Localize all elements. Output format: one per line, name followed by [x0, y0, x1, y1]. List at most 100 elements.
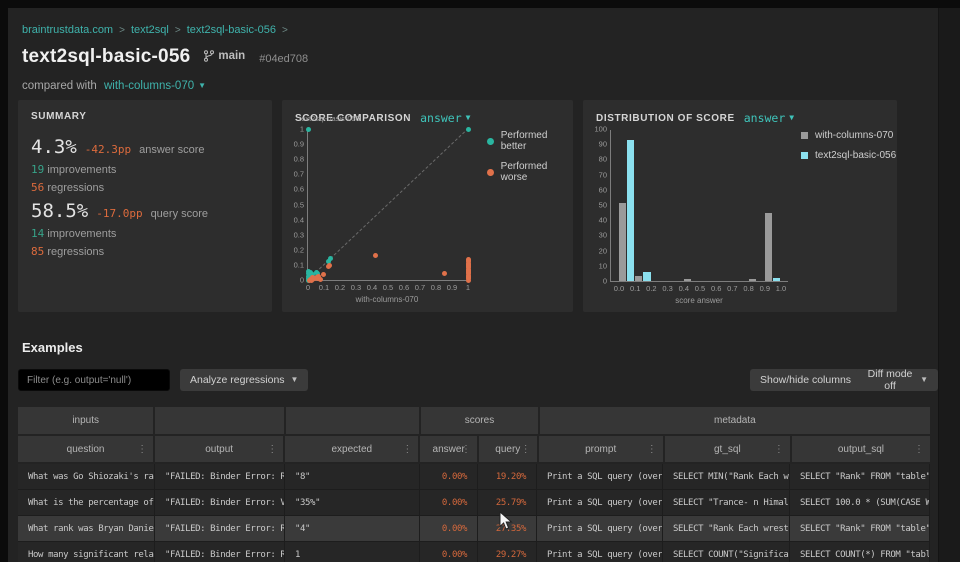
histogram-bar[interactable] [635, 276, 642, 281]
breadcrumb-link-org[interactable]: braintrustdata.com [22, 24, 113, 36]
histogram-plot[interactable]: 0.00.10.20.30.40.50.60.70.80.91.00102030… [610, 130, 788, 282]
breadcrumb-link-experiment[interactable]: text2sql-basic-056 [187, 24, 276, 36]
histogram-bar[interactable] [619, 203, 626, 281]
legend-with-columns-070: with-columns-070 [801, 130, 896, 141]
column-menu-icon[interactable]: ⋮ [774, 444, 784, 455]
scatter-point[interactable] [318, 277, 323, 282]
table-row[interactable]: What is the percentage of …"FAILED: Bind… [18, 490, 930, 516]
cell-gt_sql[interactable]: SELECT MIN("Rank Each wres… [663, 464, 790, 489]
histogram-bar[interactable] [773, 278, 780, 281]
cell-output[interactable]: "FAILED: Binder Error: Ref… [155, 516, 285, 541]
scatter-point[interactable] [327, 263, 332, 268]
filter-input[interactable] [18, 369, 170, 391]
scatter-point[interactable] [308, 277, 313, 282]
query-improvements: 14 improvements [31, 227, 208, 240]
page-scrollbar[interactable] [938, 8, 960, 562]
histogram-bar[interactable] [749, 279, 756, 281]
cell-question[interactable]: What was Go Shiozaki's ran… [18, 464, 155, 489]
histogram-bar[interactable] [684, 279, 691, 281]
histogram-bar[interactable] [643, 272, 650, 281]
scatter-point[interactable] [466, 127, 471, 132]
column-header-output_sql[interactable]: output_sql⋮ [792, 436, 930, 462]
analyze-regressions-button[interactable]: Analyze regressions▼ [180, 369, 308, 391]
histogram-x-tick: 0.2 [646, 284, 656, 293]
page-title: text2sql-basic-056 [22, 46, 190, 68]
cell-output_sql[interactable]: SELECT 100.0 * (SUM(CASE W… [790, 490, 930, 515]
column-menu-icon[interactable]: ⋮ [647, 444, 657, 455]
scatter-legend: Performed better Performed worse [487, 130, 573, 183]
cell-question[interactable]: What rank was Bryan Daniel… [18, 516, 155, 541]
breadcrumb-link-project[interactable]: text2sql [131, 24, 169, 36]
scatter-plot[interactable]: 00.10.20.30.40.50.60.70.80.9100.10.20.30… [307, 130, 467, 281]
column-header-output[interactable]: output⋮ [155, 436, 283, 462]
summary-panel: SUMMARY 4.3% -42.3pp answer score 19 imp… [18, 100, 272, 312]
cell-expected[interactable]: "8" [285, 464, 420, 489]
answer-score-delta: -42.3pp [85, 143, 131, 156]
cell-output[interactable]: "FAILED: Binder Error: Val… [155, 490, 285, 515]
column-menu-icon[interactable]: ⋮ [402, 444, 412, 455]
column-header-answer[interactable]: answer⋮ [420, 436, 477, 462]
cell-prompt[interactable]: Print a SQL query (over a … [537, 516, 663, 541]
distribution-metric-select[interactable]: answer▼ [744, 111, 794, 125]
diff-mode-button[interactable]: Diff mode off▼ [856, 369, 938, 391]
cell-answer[interactable]: 0.00% [420, 490, 478, 515]
scatter-y-tick: 1 [300, 125, 304, 134]
answer-score-label: answer score [139, 144, 204, 156]
cell-question[interactable]: What is the percentage of … [18, 490, 155, 515]
cell-query[interactable]: 29.27% [478, 542, 537, 562]
cell-answer[interactable]: 0.00% [420, 516, 478, 541]
cell-prompt[interactable]: Print a SQL query (over a … [537, 542, 663, 562]
cell-gt_sql[interactable]: SELECT "Rank Each wrestler… [663, 516, 790, 541]
scatter-point[interactable] [442, 271, 447, 276]
cell-output[interactable]: "FAILED: Binder Error: Ref… [155, 464, 285, 489]
histogram-bar[interactable] [627, 140, 634, 281]
histogram-bar[interactable] [765, 213, 772, 281]
cell-output_sql[interactable]: SELECT "Rank" FROM "table"… [790, 516, 930, 541]
cell-query[interactable]: 27.35% [478, 516, 537, 541]
table-row[interactable]: How many significant relat…"FAILED: Bind… [18, 542, 930, 562]
cell-prompt[interactable]: Print a SQL query (over a … [537, 464, 663, 489]
cell-gt_sql[interactable]: SELECT COUNT("Significant … [663, 542, 790, 562]
column-header-expected[interactable]: expected⋮ [285, 436, 418, 462]
column-header-question[interactable]: question⋮ [18, 436, 153, 462]
cell-question[interactable]: How many significant relat… [18, 542, 155, 562]
cell-answer[interactable]: 0.00% [420, 464, 478, 489]
query-score-label: query score [151, 208, 208, 220]
column-menu-icon[interactable]: ⋮ [137, 444, 147, 455]
column-menu-icon[interactable]: ⋮ [914, 444, 924, 455]
column-menu-icon[interactable]: ⋮ [521, 444, 531, 455]
cell-expected[interactable]: 1 [285, 542, 420, 562]
compared-with-select[interactable]: with-columns-070▼ [104, 80, 206, 92]
column-header-query[interactable]: query⋮ [479, 436, 537, 462]
cell-output_sql[interactable]: SELECT "Rank" FROM "table"… [790, 464, 930, 489]
column-header-gt_sql[interactable]: gt_sql⋮ [665, 436, 790, 462]
cell-expected[interactable]: "35%" [285, 490, 420, 515]
scatter-point[interactable] [373, 253, 378, 258]
cell-query[interactable]: 25.79% [478, 490, 537, 515]
examples-toolbar: Analyze regressions▼ Show/hide columns▼ … [8, 369, 938, 391]
cell-output[interactable]: "FAILED: Binder Error: Ref… [155, 542, 285, 562]
table-row[interactable]: What rank was Bryan Daniel…"FAILED: Bind… [18, 516, 930, 542]
cell-query[interactable]: 19.20% [478, 464, 537, 489]
scatter-point[interactable] [466, 257, 471, 262]
table-row[interactable]: What was Go Shiozaki's ran…"FAILED: Bind… [18, 464, 930, 490]
column-menu-icon[interactable]: ⋮ [461, 444, 471, 455]
column-menu-icon[interactable]: ⋮ [267, 444, 277, 455]
cell-answer[interactable]: 0.00% [420, 542, 478, 562]
answer-regressions: 56 regressions [31, 181, 205, 194]
cell-prompt[interactable]: Print a SQL query (over a … [537, 490, 663, 515]
scatter-point[interactable] [306, 127, 311, 132]
distribution-panel: DISTRIBUTION OF SCORE answer▼ 0.00.10.20… [583, 100, 897, 312]
legend-performed-better: Performed better [487, 130, 573, 152]
column-header-prompt[interactable]: prompt⋮ [539, 436, 663, 462]
score-comparison-metric-select[interactable]: answer▼ [420, 111, 470, 125]
cell-expected[interactable]: "4" [285, 516, 420, 541]
scatter-y-tick: 0.8 [294, 155, 304, 164]
cell-output_sql[interactable]: SELECT COUNT(*) FROM "tabl… [790, 542, 930, 562]
cell-gt_sql[interactable]: SELECT "Trance- n Himalaya… [663, 490, 790, 515]
query-regressions: 85 regressions [31, 245, 208, 258]
query-score-delta: -17.0pp [96, 207, 142, 220]
table-header-row: question⋮output⋮expected⋮answer⋮query⋮pr… [18, 436, 930, 462]
breadcrumb-separator: > [175, 25, 181, 36]
histogram-y-tick: 20 [599, 246, 607, 255]
